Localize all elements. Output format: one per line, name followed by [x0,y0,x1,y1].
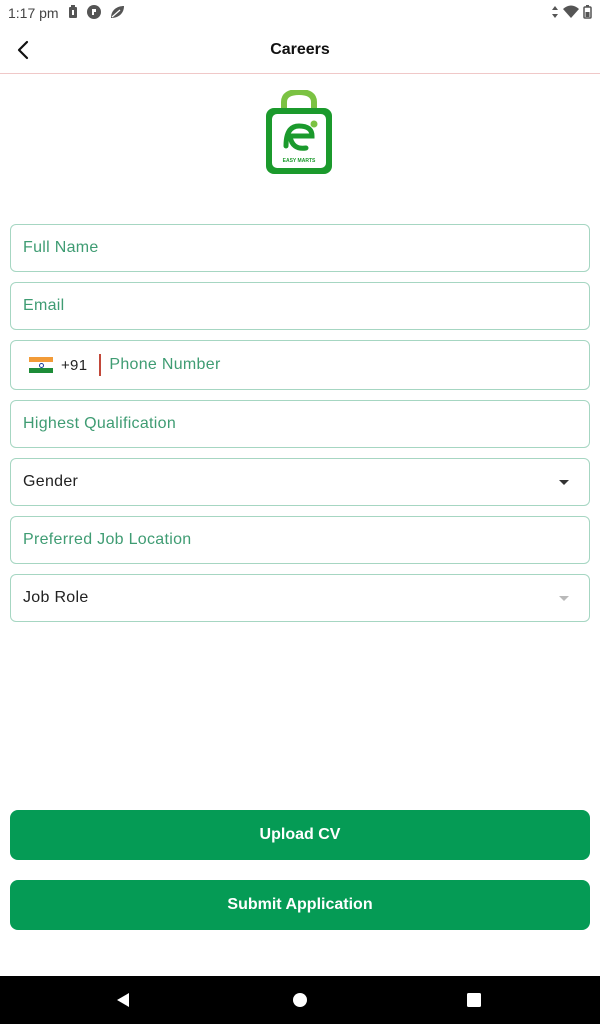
email-input[interactable]: Email [10,282,590,330]
chevron-down-icon [559,596,569,601]
chevron-down-icon [559,480,569,485]
notification-icon [86,4,101,22]
wifi-icon [563,5,579,22]
india-flag-icon[interactable] [29,357,53,373]
leaf-icon [109,5,125,22]
phone-placeholder: Phone Number [109,356,221,373]
email-placeholder: Email [23,297,65,314]
nav-back-button[interactable] [93,976,153,1024]
phone-input[interactable]: +91 Phone Number [10,340,590,390]
job-location-input[interactable]: Preferred Job Location [10,516,590,564]
full-name-input[interactable]: Full Name [10,224,590,272]
battery-notif-icon [67,4,79,22]
app-logo: EASY MARTS [262,88,336,178]
system-nav-bar [0,976,600,1024]
upload-cv-button[interactable]: Upload CV [10,810,590,860]
status-bar: 1:17 pm [0,0,600,26]
back-arrow-icon [17,40,29,60]
data-icon [551,5,559,22]
back-button[interactable] [10,36,38,64]
nav-home-icon [293,993,307,1007]
job-role-value: Job Role [23,589,89,606]
nav-back-icon [117,993,129,1007]
status-left: 1:17 pm [8,4,125,22]
nav-recents-icon [467,993,481,1007]
app-bar: Careers [0,26,600,74]
status-right [551,4,592,22]
gender-value: Gender [23,473,79,490]
phone-divider [99,354,102,376]
nav-home-button[interactable] [270,976,330,1024]
job-role-dropdown[interactable]: Job Role [10,574,590,622]
job-location-placeholder: Preferred Job Location [23,531,192,548]
nav-recents-button[interactable] [444,976,504,1024]
qualification-input[interactable]: Highest Qualification [10,400,590,448]
logo-text: EASY MARTS [283,158,316,164]
full-name-placeholder: Full Name [23,239,99,256]
submit-application-button[interactable]: Submit Application [10,880,590,930]
status-time: 1:17 pm [8,5,59,21]
battery-icon [583,4,592,22]
page-title: Careers [270,40,330,58]
qualification-placeholder: Highest Qualification [23,415,177,432]
gender-dropdown[interactable]: Gender [10,458,590,506]
country-code[interactable]: +91 [61,357,87,374]
